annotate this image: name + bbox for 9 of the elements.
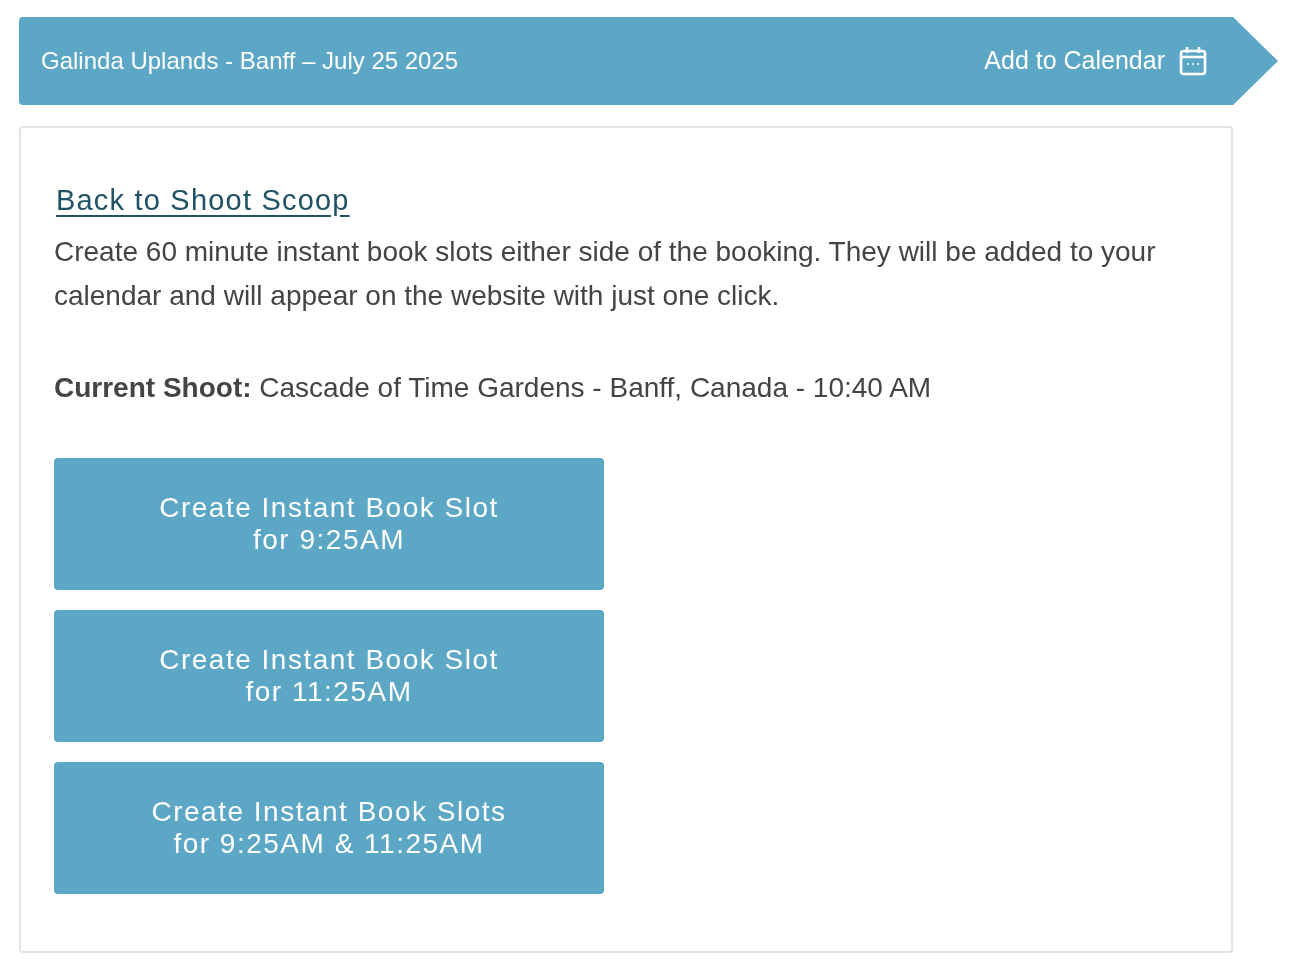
add-to-calendar-button[interactable]: Add to Calendar bbox=[984, 42, 1207, 80]
banner-title: Galinda Uplands - Banff – July 25 2025 bbox=[41, 46, 460, 76]
description-text: Create 60 minute instant book slots either side of the booking. They will be added to your calendar and will appear on the website with just one click. bbox=[54, 235, 1157, 313]
create-slot-button[interactable]: Create Instant Book Slot for 9:25AM bbox=[54, 458, 604, 590]
back-link[interactable]: Back to Shoot Scoop bbox=[56, 178, 350, 222]
current-shoot-text: Current Shoot: Cascade of Time Gardens - Banff, Canada - 10:40 AM bbox=[54, 371, 933, 405]
calendar-icon bbox=[1179, 46, 1207, 76]
create-slot-button[interactable]: Create Instant Book Slot for 11:25AM bbox=[54, 610, 604, 742]
create-slot-button[interactable]: Create Instant Book Slots for 9:25AM & 11:25AM bbox=[54, 762, 604, 894]
